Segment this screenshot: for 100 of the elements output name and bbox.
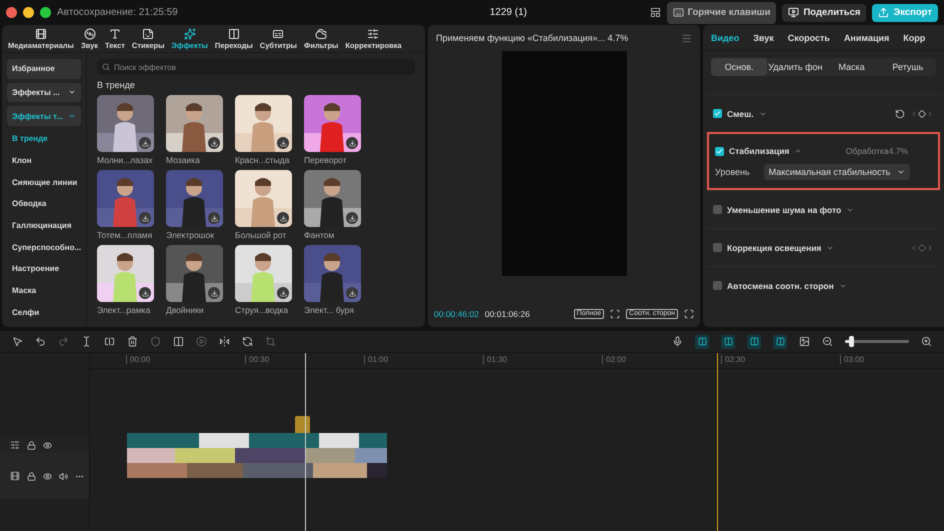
effect-name: Электрошок xyxy=(166,230,215,240)
play-icon[interactable] xyxy=(196,336,207,347)
checkbox[interactable] xyxy=(713,205,722,214)
zoom-in-icon[interactable] xyxy=(921,336,932,347)
fit-icon[interactable] xyxy=(610,309,620,319)
rotate-icon[interactable] xyxy=(242,336,253,347)
current-time: 00:00:46:02 xyxy=(434,309,479,319)
section-title: Смеш. xyxy=(727,108,754,118)
inspector-tab[interactable]: Корр xyxy=(903,32,926,42)
adjust-icon xyxy=(367,28,380,40)
inspector-tab[interactable]: Звук xyxy=(753,32,774,42)
ruler-label: 01:00 xyxy=(364,355,388,364)
pointer-icon[interactable] xyxy=(12,336,23,347)
previous-keyframe-icon[interactable] xyxy=(910,244,918,252)
inspector-tab[interactable]: Скорость xyxy=(788,32,830,42)
delete-icon[interactable] xyxy=(127,336,138,347)
redo-icon[interactable] xyxy=(58,336,69,347)
reset-icon[interactable] xyxy=(895,108,905,118)
download-icon xyxy=(142,214,148,222)
snap-toggle[interactable] xyxy=(773,334,787,348)
subtab[interactable]: Удалить фон xyxy=(767,58,824,76)
lock-icon[interactable] xyxy=(27,440,36,450)
crop-icon[interactable] xyxy=(265,336,276,347)
category-item[interactable]: Сияющие линии xyxy=(7,173,81,191)
close-button[interactable] xyxy=(6,7,17,18)
category-item[interactable]: Маска xyxy=(7,282,81,300)
favorites-button[interactable]: Избранное xyxy=(7,59,81,79)
media-icon xyxy=(34,28,47,40)
chevron-icon[interactable] xyxy=(794,147,802,155)
download-icon xyxy=(280,140,286,146)
autosave-status: Автосохранение: 21:25:59 xyxy=(57,7,178,18)
inspector-tab[interactable]: Анимация xyxy=(844,32,890,42)
category-item[interactable]: Клон xyxy=(7,152,81,170)
preview-title: Применяем функцию «Стабилизация»... 4.7% xyxy=(436,33,628,43)
share-button[interactable]: Поделиться xyxy=(782,4,866,22)
ruler-label: 01:30 xyxy=(483,355,508,364)
subtab[interactable]: Ретушь xyxy=(880,58,936,76)
layout-icon[interactable] xyxy=(650,7,661,18)
effect-name: Элект... буря xyxy=(304,305,355,315)
fullscreen-icon[interactable] xyxy=(684,309,694,319)
section-title: Автосмена соотн. сторон xyxy=(727,280,834,290)
slider-thumb[interactable] xyxy=(849,336,854,347)
effects-icon xyxy=(184,28,196,40)
lock-icon[interactable] xyxy=(27,472,36,480)
undo-icon[interactable] xyxy=(35,336,46,347)
hotkeys-button[interactable]: Горячие клавиши xyxy=(666,2,776,24)
split-left-icon[interactable] xyxy=(104,336,115,347)
snap-toggle[interactable] xyxy=(747,334,761,348)
checkbox[interactable] xyxy=(715,146,724,156)
effect-name: Элект...рамка xyxy=(97,305,152,315)
effect-name: Переворот xyxy=(304,155,348,165)
category-item[interactable]: Настроение xyxy=(7,260,81,278)
duration: 00:01:06:26 xyxy=(484,309,530,319)
ruler-label: 00:00 xyxy=(126,355,150,364)
search-icon xyxy=(102,63,110,71)
category-item[interactable]: Суперспособно... xyxy=(7,238,81,256)
split-icon[interactable] xyxy=(81,336,92,347)
checkbox[interactable] xyxy=(713,109,722,118)
field-label: Уровень xyxy=(715,167,750,177)
checkbox[interactable] xyxy=(713,243,722,252)
video-track-icon xyxy=(10,471,20,481)
minimize-button[interactable] xyxy=(23,7,34,18)
snap-toggle[interactable] xyxy=(721,334,735,348)
zoom-out-icon[interactable] xyxy=(822,336,833,347)
snap-toggle[interactable] xyxy=(695,334,709,348)
download-icon xyxy=(142,290,148,296)
ruler-label: 02:00 xyxy=(602,355,626,364)
eye-icon[interactable] xyxy=(43,440,52,450)
zoom-button[interactable] xyxy=(40,7,51,18)
effect-name: Двойники xyxy=(166,305,205,315)
category-item[interactable]: Обводка xyxy=(7,194,81,213)
text-icon xyxy=(108,28,121,40)
download-icon xyxy=(210,140,218,146)
subtab[interactable]: Маска xyxy=(824,58,880,76)
subtab[interactable]: Основ. xyxy=(711,58,768,76)
captions-icon xyxy=(272,28,284,40)
ruler-label: 03:00 xyxy=(840,355,864,364)
mirror-icon[interactable] xyxy=(219,336,230,347)
project-title: 1229 (1) xyxy=(490,7,527,18)
eye-icon[interactable] xyxy=(43,472,52,480)
category-group[interactable]: Эффекты т... xyxy=(7,106,81,126)
volume-icon[interactable] xyxy=(59,472,68,480)
next-keyframe-icon[interactable] xyxy=(926,244,934,252)
menu-icon[interactable] xyxy=(681,32,692,44)
checkbox[interactable] xyxy=(713,281,722,290)
stickers-icon xyxy=(142,28,154,40)
category-group[interactable]: Эффекты ... xyxy=(7,82,81,102)
shield-icon[interactable] xyxy=(150,336,161,347)
effect-name: Мозаика xyxy=(166,155,201,165)
search-field[interactable]: Поиск эффектов xyxy=(97,59,415,75)
category-item[interactable]: В тренде xyxy=(7,130,81,148)
download-icon xyxy=(348,214,356,222)
effect-name: Большой рот xyxy=(235,230,288,240)
inspector-tab[interactable]: Видео xyxy=(711,32,740,42)
section-title: Коррекция освещения xyxy=(727,242,822,252)
category-item[interactable]: Галлюцинация xyxy=(7,216,81,234)
microphone-icon[interactable] xyxy=(672,336,683,347)
adjustment-clip[interactable] xyxy=(295,416,310,433)
category-item[interactable]: Селфи xyxy=(7,303,81,321)
level-select[interactable]: Максимальная стабильность xyxy=(764,164,910,180)
